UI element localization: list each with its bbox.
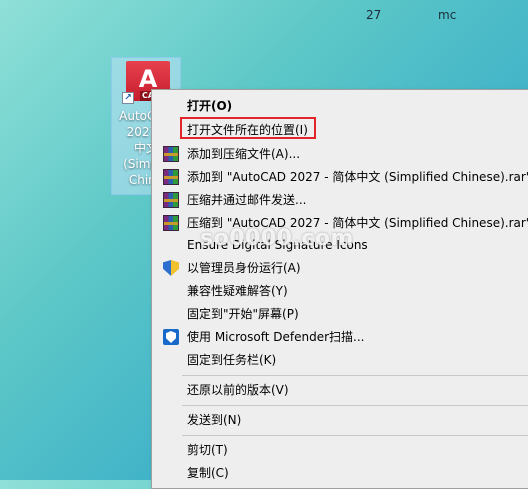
menu-item-label: 添加到压缩文件(A)... xyxy=(187,147,301,161)
menu-item-label: 以管理员身份运行(A) xyxy=(187,261,301,275)
menu-item-label: 固定到"开始"屏幕(P) xyxy=(187,307,299,321)
menu-item-open[interactable]: 打开(O) xyxy=(154,95,528,117)
menu-item-cut[interactable]: 剪切(T) xyxy=(154,439,528,461)
menu-item-open-file-location[interactable]: 打开文件所在的位置(I) xyxy=(154,117,528,141)
menu-item-label: 打开文件所在的位置(I) xyxy=(187,123,308,137)
menu-item-compatibility-troubleshoot[interactable]: 兼容性疑难解答(Y) xyxy=(154,280,528,302)
menu-item-copy[interactable]: 复制(C) xyxy=(154,462,528,484)
winrar-icon xyxy=(163,169,179,185)
menu-item-label: 固定到任务栏(K) xyxy=(187,353,277,367)
menu-item-pin-to-start[interactable]: 固定到"开始"屏幕(P) xyxy=(154,303,528,325)
menu-item-pin-to-taskbar[interactable]: 固定到任务栏(K) xyxy=(154,349,528,371)
menu-item-add-to-archive[interactable]: 添加到压缩文件(A)... xyxy=(154,143,528,165)
watermark-text: so0000.com xyxy=(200,226,354,251)
menu-item-label: 添加到 "AutoCAD 2027 - 简体中文 (Simplified Chi… xyxy=(187,170,528,184)
menu-separator xyxy=(182,405,528,406)
menu-separator xyxy=(182,375,528,376)
menu-item-label: 还原以前的版本(V) xyxy=(187,383,289,397)
menu-item-label: 使用 Microsoft Defender扫描... xyxy=(187,330,365,344)
context-menu: 打开(O) 打开文件所在的位置(I) 添加到压缩文件(A)... 添加到 "Au… xyxy=(151,89,528,489)
menu-item-label: 剪切(T) xyxy=(187,443,228,457)
menu-item-restore-previous-versions[interactable]: 还原以前的版本(V) xyxy=(154,379,528,401)
menu-item-label: 压缩并通过邮件发送... xyxy=(187,193,307,207)
defender-icon xyxy=(163,329,179,345)
desktop-label-mc[interactable]: mc xyxy=(438,8,456,22)
winrar-icon xyxy=(163,215,179,231)
menu-item-run-as-admin[interactable]: 以管理员身份运行(A) xyxy=(154,257,528,279)
menu-item-add-to-named-rar[interactable]: 添加到 "AutoCAD 2027 - 简体中文 (Simplified Chi… xyxy=(154,166,528,188)
shortcut-arrow-icon: ↗ xyxy=(122,92,134,104)
menu-item-label: 兼容性疑难解答(Y) xyxy=(187,284,288,298)
winrar-icon xyxy=(163,192,179,208)
desktop-label-27[interactable]: 27 xyxy=(366,8,381,22)
menu-item-send-to[interactable]: 发送到(N) xyxy=(154,409,528,431)
uac-shield-icon xyxy=(163,260,179,276)
menu-item-label: 发送到(N) xyxy=(187,413,242,427)
menu-item-defender-scan[interactable]: 使用 Microsoft Defender扫描... xyxy=(154,326,528,348)
menu-separator xyxy=(182,435,528,436)
winrar-icon xyxy=(163,146,179,162)
menu-item-label: 复制(C) xyxy=(187,466,229,480)
menu-item-compress-and-email[interactable]: 压缩并通过邮件发送... xyxy=(154,189,528,211)
menu-item-label: 打开(O) xyxy=(187,99,233,113)
